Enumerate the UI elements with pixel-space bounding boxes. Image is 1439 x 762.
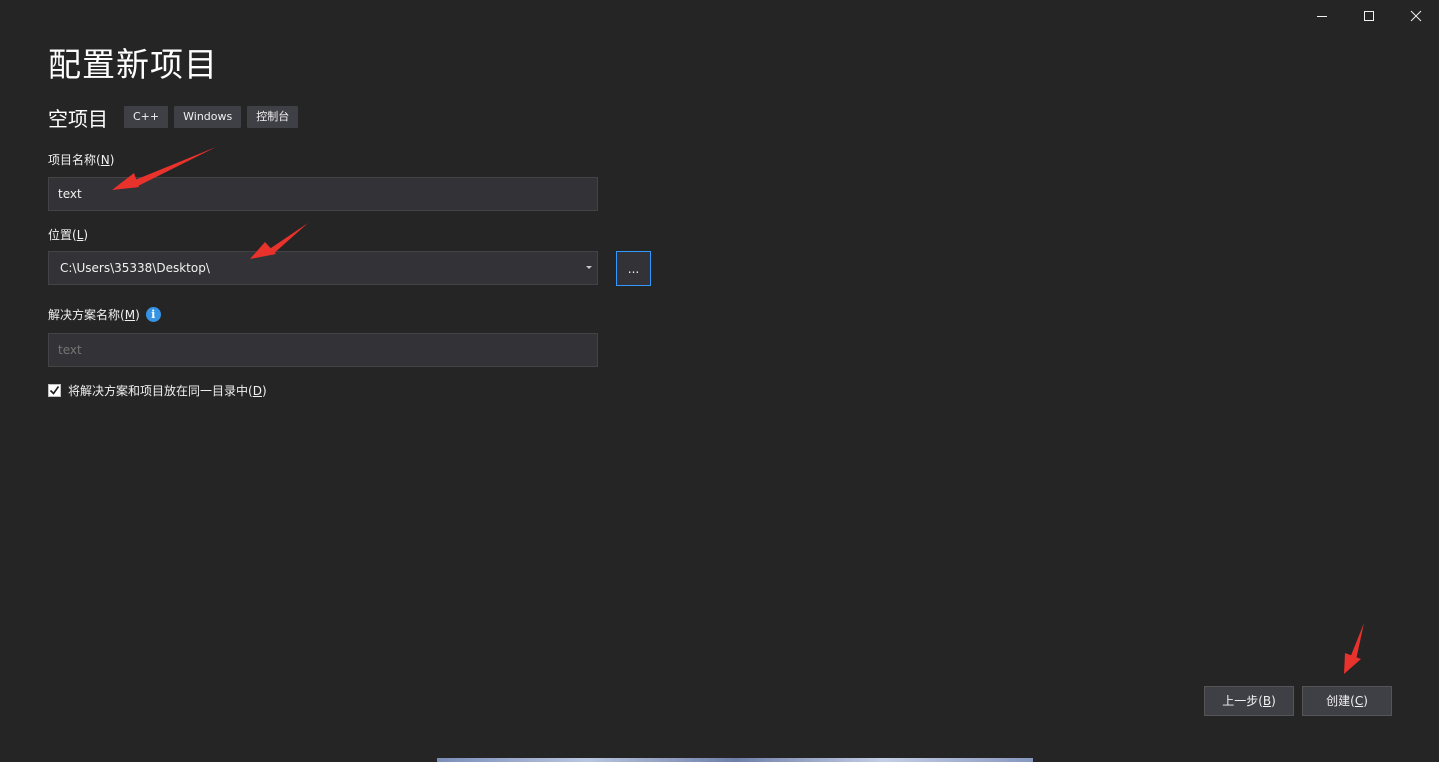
checkmark-icon (49, 385, 60, 395)
maximize-button[interactable] (1346, 0, 1392, 32)
chevron-down-icon[interactable] (586, 266, 592, 269)
template-name: 空项目 (48, 106, 108, 131)
location-dropdown[interactable]: C:\Users\35338\Desktop\ (48, 251, 598, 285)
location-label: 位置(L) (48, 227, 89, 243)
template-summary: 空项目 C++ Windows 控制台 (48, 104, 304, 131)
page-title: 配置新项目 (48, 45, 218, 84)
close-icon (1410, 10, 1422, 22)
same-directory-checkbox[interactable] (48, 383, 61, 397)
minimize-icon (1317, 16, 1327, 17)
same-directory-label: 将解决方案和项目放在同一目录中(D) (68, 383, 267, 398)
tag-windows: Windows (174, 106, 242, 128)
info-icon[interactable]: i (145, 307, 161, 322)
location-value: C:\Users\35338\Desktop\ (60, 261, 210, 275)
annotation-arrow-create (1344, 623, 1364, 674)
same-directory-option[interactable]: 将解决方案和项目放在同一目录中(D) (48, 382, 267, 398)
back-button[interactable]: 上一步(B) (1204, 686, 1294, 716)
project-name-label: 项目名称(N) (48, 152, 115, 168)
solution-name-input[interactable] (49, 334, 597, 366)
background-window-edge (437, 758, 1033, 762)
create-button[interactable]: 创建(C) (1302, 686, 1392, 716)
tag-console: 控制台 (247, 106, 299, 128)
solution-name-label: 解决方案名称(M) i (48, 306, 161, 323)
maximize-icon (1364, 11, 1374, 21)
minimize-button[interactable] (1299, 0, 1345, 32)
browse-button[interactable]: ... (616, 251, 651, 286)
tag-cpp: C++ (124, 106, 169, 128)
solution-name-field[interactable] (48, 333, 598, 367)
close-button[interactable] (1393, 0, 1439, 32)
project-name-input[interactable] (49, 178, 597, 210)
project-name-field[interactable] (48, 177, 598, 211)
